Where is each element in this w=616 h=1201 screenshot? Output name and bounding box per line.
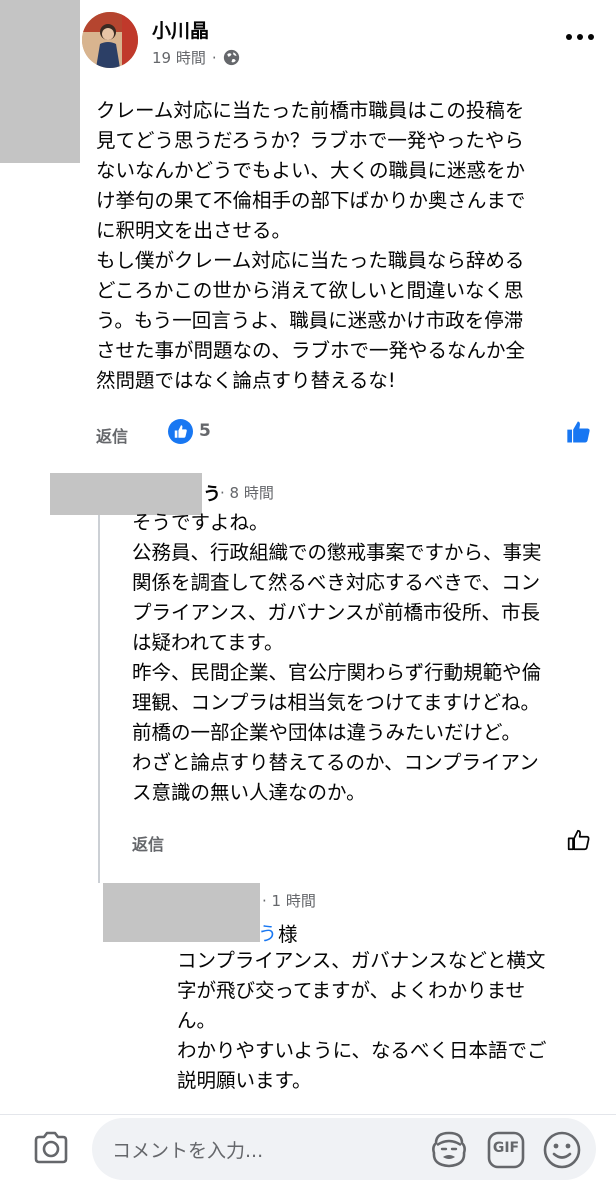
reply-button[interactable]: 返信 (96, 423, 128, 447)
emoji-icon[interactable] (542, 1130, 582, 1170)
avatar-sticker-icon[interactable] (429, 1131, 469, 1169)
like-icon (567, 421, 590, 443)
like-outline-icon (567, 829, 590, 851)
reply1-author[interactable]: う (203, 480, 221, 506)
comment-input-placeholder: コメントを入力... (112, 1140, 264, 1162)
reply1-reply-button[interactable]: 返信 (132, 831, 164, 855)
like-reaction-icon (168, 419, 193, 444)
reply1-time: · 8 時間 (220, 484, 274, 502)
like-count: 5 (199, 421, 211, 441)
gif-icon[interactable]: GIF (487, 1131, 525, 1169)
redaction-block (0, 0, 80, 163)
avatar-photo (82, 12, 138, 68)
meta-dot: · (211, 48, 217, 67)
reply2-text: コンプライアンス、ガバナンスなどと横文 字が飛び交ってますが、よくわかりませ ん… (177, 949, 547, 1092)
reply2-mention[interactable]: う (258, 919, 277, 946)
post-meta: 19 時間 · (152, 47, 240, 68)
globe-icon (223, 49, 239, 66)
redaction-block (103, 883, 260, 942)
post-time[interactable]: 19 時間 (152, 47, 206, 68)
like-button[interactable] (565, 418, 593, 446)
reply1-text: そうですよね。 公務員、行政組織での懲戒事案ですから、事実 関係を調査して然るべ… (132, 511, 542, 804)
camera-icon[interactable] (32, 1131, 70, 1165)
reply2-honorific: 様 (278, 923, 298, 946)
reply2-time: · 1 時間 (262, 892, 316, 910)
comment-text: クレーム対応に当たった前橋市職員はこの投稿を 見てどう思うだろうか？ラブホで一発… (96, 99, 526, 392)
thread-line (98, 488, 100, 883)
reply1-like-button[interactable] (566, 827, 592, 853)
author-avatar[interactable] (82, 12, 138, 68)
author-name[interactable]: 小川晶 (152, 16, 209, 43)
gif-label: GIF (492, 1140, 520, 1156)
more-options-icon[interactable] (566, 30, 600, 44)
